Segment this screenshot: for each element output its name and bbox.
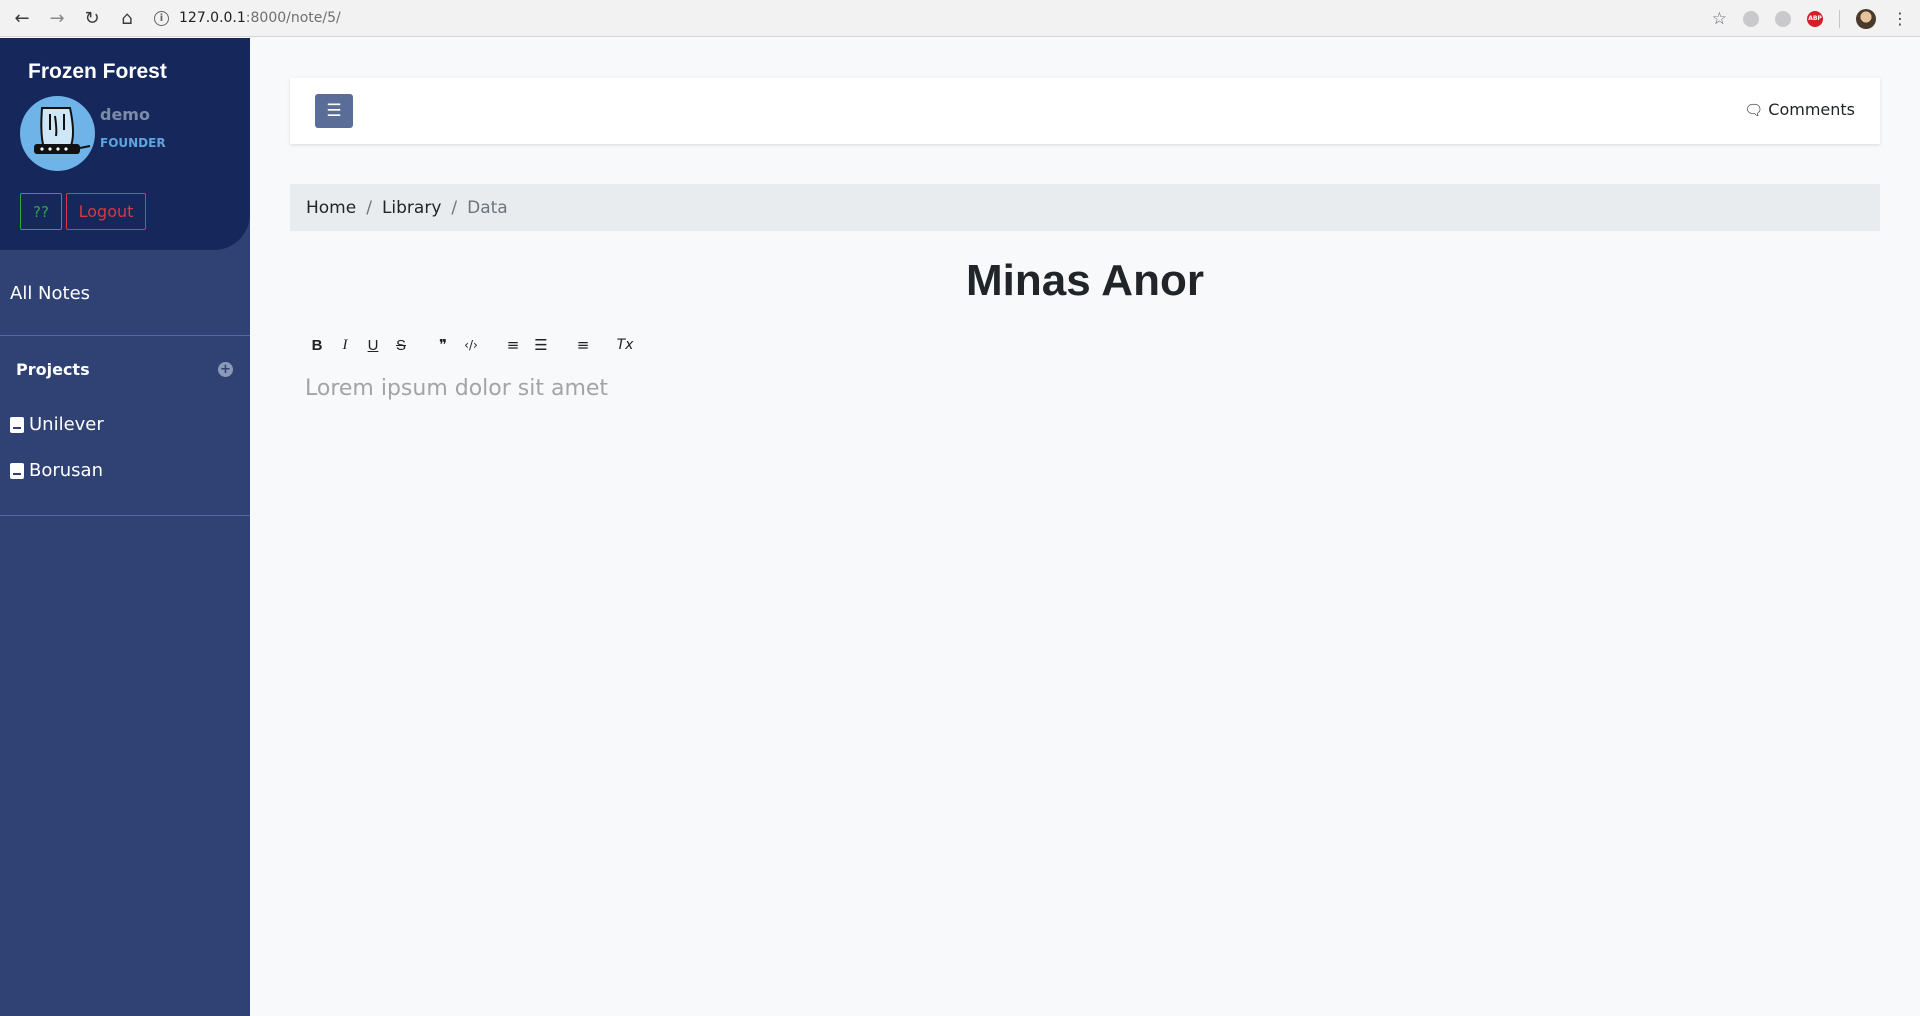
breadcrumb-separator: / (451, 197, 458, 218)
editor-placeholder: Lorem ipsum dolor sit amet (305, 376, 609, 401)
italic-icon[interactable]: I (331, 331, 359, 359)
strikethrough-icon[interactable]: S (387, 331, 415, 359)
toolbar-separator (1839, 9, 1840, 28)
code-icon[interactable]: ‹/› (457, 331, 485, 359)
logout-button[interactable]: Logout (66, 193, 146, 230)
adblock-icon[interactable]: ABP (1807, 10, 1823, 27)
book-icon (10, 462, 24, 479)
comments-label: Comments (1768, 100, 1855, 119)
comments-icon: 🗨 (1744, 100, 1764, 119)
sidebar: Frozen Forest demo FOUNDER ?? Logout All… (0, 38, 250, 1016)
breadcrumb-separator: / (366, 197, 372, 218)
top-navbar: ☰ 🗨 Comments (290, 78, 1880, 144)
add-project-icon[interactable]: + (218, 362, 233, 377)
help-button[interactable]: ?? (20, 193, 62, 230)
editor-toolbar: B I U S ❞ ‹/› ≡ ☰ ≡ Tx (303, 331, 639, 359)
breadcrumb-current: Data (467, 197, 508, 218)
forward-icon[interactable]: → (44, 5, 70, 31)
menu-kebab-icon[interactable]: ⋮ (1892, 9, 1908, 28)
note-editor[interactable]: Lorem ipsum dolor sit amet (290, 376, 1880, 976)
comments-link[interactable]: 🗨 Comments (1744, 100, 1855, 119)
blockquote-icon[interactable]: ❞ (429, 331, 457, 359)
ordered-list-icon[interactable]: ≡ (499, 331, 527, 359)
breadcrumb: Home / Library / Data (290, 184, 1880, 231)
brand-title: Frozen Forest (28, 60, 167, 83)
book-icon (10, 416, 24, 433)
extension-icon[interactable] (1775, 10, 1791, 27)
sidebar-toggle-button[interactable]: ☰ (315, 94, 353, 128)
sidebar-divider (0, 335, 250, 336)
star-icon[interactable]: ☆ (1712, 9, 1727, 29)
hamburger-icon: ☰ (326, 101, 342, 121)
project-label: Unilever (29, 414, 104, 435)
underline-icon[interactable]: U (359, 331, 387, 359)
sidebar-item-project[interactable]: Borusan (10, 460, 103, 481)
project-label: Borusan (29, 460, 103, 481)
url-path: :8000/note/5/ (245, 10, 341, 26)
url-host: 127.0.0.1 (179, 10, 246, 26)
info-icon[interactable]: i (154, 10, 169, 26)
home-icon[interactable]: ⌂ (114, 5, 140, 31)
bullet-list-icon[interactable]: ☰ (527, 331, 555, 359)
breadcrumb-library[interactable]: Library (382, 198, 441, 218)
reload-icon[interactable]: ↻ (79, 5, 105, 31)
profile-avatar-icon[interactable] (1856, 8, 1876, 29)
extension-globe-icon[interactable] (1743, 10, 1759, 27)
bold-icon[interactable]: B (303, 331, 331, 359)
user-role: FOUNDER (100, 136, 166, 150)
align-icon[interactable]: ≡ (569, 331, 597, 359)
note-title[interactable]: Minas Anor (290, 256, 1880, 306)
sidebar-item-all-notes[interactable]: All Notes (10, 283, 90, 304)
clear-format-icon[interactable]: Tx (611, 331, 639, 359)
back-icon[interactable]: ← (9, 5, 35, 31)
browser-toolbar: ← → ↻ ⌂ i 127.0.0.1:8000/note/5/ ☆ ABP ⋮ (0, 0, 1920, 37)
sidebar-divider (0, 515, 250, 516)
sidebar-header: Frozen Forest demo FOUNDER ?? Logout (0, 38, 250, 250)
sidebar-item-project[interactable]: Unilever (10, 414, 104, 435)
breadcrumb-home[interactable]: Home (306, 198, 356, 218)
username: demo (100, 105, 150, 124)
address-bar[interactable]: i 127.0.0.1:8000/note/5/ (154, 10, 341, 26)
projects-heading: Projects (16, 360, 90, 379)
avatar (20, 96, 95, 171)
